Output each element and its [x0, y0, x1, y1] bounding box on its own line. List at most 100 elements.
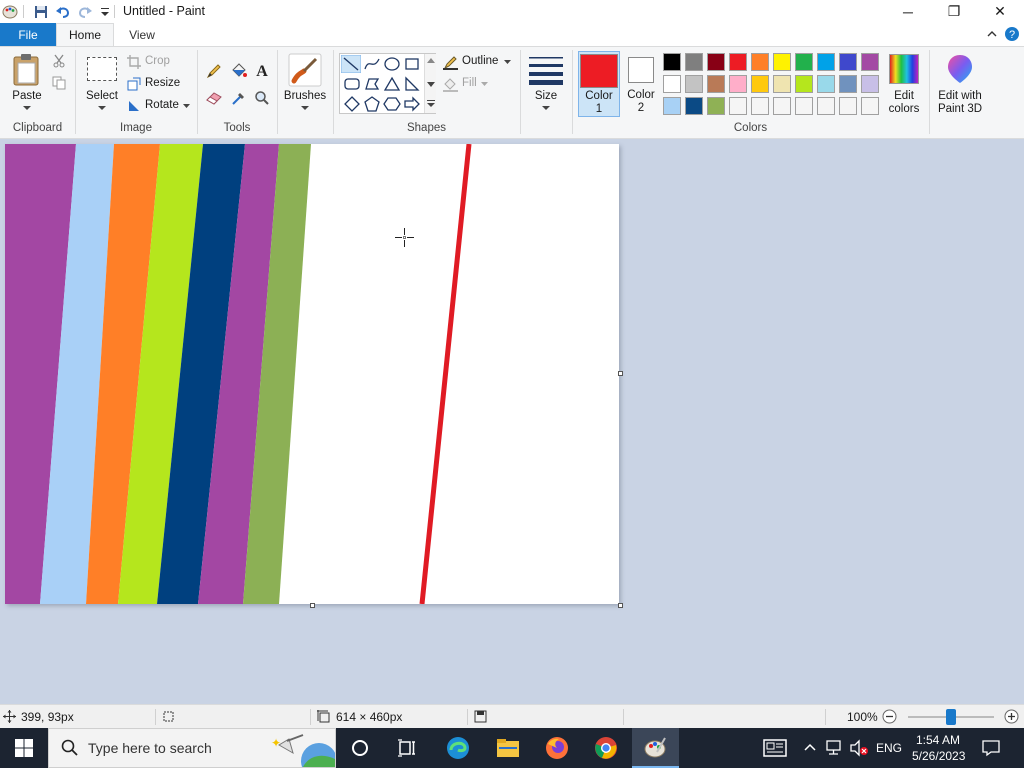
zoom-in-icon[interactable] [1004, 709, 1019, 724]
drawing-canvas[interactable] [5, 144, 619, 604]
palette-swatch[interactable] [663, 53, 681, 71]
palette-swatch[interactable] [861, 75, 879, 93]
palette-swatch[interactable] [773, 75, 791, 93]
notifications-icon[interactable] [982, 739, 1000, 757]
expand-gallery-icon[interactable] [427, 100, 435, 108]
select-button[interactable]: Select [82, 51, 122, 117]
edit-with-paint3d-button[interactable]: Edit with Paint 3D [932, 51, 988, 117]
zoom-slider-thumb[interactable] [946, 709, 956, 725]
palette-swatch[interactable] [817, 53, 835, 71]
palette-swatch[interactable] [663, 75, 681, 93]
palette-swatch[interactable] [839, 53, 857, 71]
customize-qa-dropdown-icon[interactable] [97, 4, 113, 20]
fill-bucket-icon[interactable] [230, 62, 247, 79]
edge-icon[interactable] [446, 736, 470, 760]
palette-swatch[interactable] [685, 97, 703, 115]
tab-home[interactable]: Home [56, 23, 114, 46]
tab-view[interactable]: View [114, 23, 170, 46]
palette-swatch[interactable] [663, 97, 681, 115]
pencil-icon[interactable] [206, 63, 222, 79]
palette-swatch[interactable] [795, 97, 813, 115]
palette-swatch[interactable] [817, 75, 835, 93]
resize-button[interactable]: Resize [127, 76, 191, 92]
palette-swatch[interactable] [685, 53, 703, 71]
scroll-up-icon[interactable] [427, 58, 435, 63]
palette-swatch[interactable] [861, 53, 879, 71]
network-icon[interactable] [825, 739, 843, 757]
rotate-button[interactable]: Rotate [127, 98, 193, 114]
windows-start-icon[interactable] [15, 739, 33, 757]
magnifier-icon[interactable] [254, 90, 270, 106]
fill-button[interactable]: Fill [443, 76, 515, 93]
palette-swatch[interactable] [729, 75, 747, 93]
palette-swatch[interactable] [795, 53, 813, 71]
resize-handle-right[interactable] [618, 371, 623, 376]
scroll-down-icon[interactable] [427, 82, 435, 87]
eraser-icon[interactable] [206, 90, 223, 105]
clock-date[interactable]: 5/26/2023 [912, 749, 965, 763]
pentagon-shape-icon[interactable] [363, 95, 381, 113]
palette-swatch[interactable] [751, 53, 769, 71]
right-triangle-shape-icon[interactable] [403, 75, 421, 93]
paint-app-icon[interactable] [2, 4, 18, 20]
polygon-shape-icon[interactable] [363, 75, 381, 93]
resize-handle-corner[interactable] [618, 603, 623, 608]
palette-swatch[interactable] [707, 97, 725, 115]
firefox-icon[interactable] [545, 736, 569, 760]
line-shape-icon[interactable] [341, 55, 361, 73]
palette-swatch[interactable] [751, 75, 769, 93]
palette-swatch[interactable] [795, 75, 813, 93]
diamond-shape-icon[interactable] [343, 95, 361, 113]
palette-swatch[interactable] [839, 75, 857, 93]
cut-icon[interactable] [52, 54, 66, 68]
restore-button[interactable]: ❐ [931, 0, 977, 23]
oval-shape-icon[interactable] [383, 55, 401, 73]
palette-swatch[interactable] [751, 97, 769, 115]
palette-swatch[interactable] [685, 75, 703, 93]
crop-button[interactable]: Crop [127, 54, 191, 70]
close-button[interactable]: ✕ [977, 0, 1023, 23]
undo-icon[interactable] [55, 4, 71, 20]
palette-swatch[interactable] [729, 53, 747, 71]
language-indicator[interactable]: ENG [876, 741, 902, 755]
collapse-ribbon-icon[interactable] [986, 28, 998, 40]
palette-swatch[interactable] [773, 53, 791, 71]
palette-swatch[interactable] [707, 75, 725, 93]
palette-swatch[interactable] [729, 97, 747, 115]
task-view-icon[interactable] [397, 738, 417, 758]
shapes-scrollbar[interactable] [424, 54, 436, 113]
palette-swatch[interactable] [817, 97, 835, 115]
clock-time[interactable]: 1:54 AM [916, 733, 960, 747]
minimize-button[interactable]: ─ [885, 0, 931, 23]
palette-swatch[interactable] [839, 97, 857, 115]
color-picker-icon[interactable] [231, 90, 247, 106]
cortana-icon[interactable] [350, 738, 370, 758]
help-icon[interactable]: ? [1004, 26, 1020, 42]
redo-icon[interactable] [77, 4, 93, 20]
color1-button[interactable]: Color 1 [578, 51, 620, 117]
news-widget-icon[interactable] [763, 739, 787, 757]
taskbar-search-box[interactable]: Type here to search ✦ [48, 728, 336, 768]
copy-icon[interactable] [52, 76, 66, 90]
hexagon-shape-icon[interactable] [383, 95, 401, 113]
outline-button[interactable]: Outline [443, 54, 515, 71]
zoom-out-icon[interactable] [882, 709, 897, 724]
right-arrow-shape-icon[interactable] [403, 95, 421, 113]
tab-file[interactable]: File [0, 23, 56, 46]
rounded-rectangle-shape-icon[interactable] [343, 75, 361, 93]
file-explorer-icon[interactable] [496, 736, 520, 760]
chrome-icon[interactable] [594, 736, 618, 760]
rectangle-shape-icon[interactable] [403, 55, 421, 73]
palette-swatch[interactable] [707, 53, 725, 71]
show-hidden-icons-icon[interactable] [804, 741, 816, 753]
taskbar-paint-active[interactable] [632, 728, 679, 768]
brushes-button[interactable]: Brushes [282, 51, 328, 117]
text-tool-icon[interactable]: A [254, 62, 270, 78]
resize-handle-bottom[interactable] [310, 603, 315, 608]
palette-swatch[interactable] [773, 97, 791, 115]
palette-swatch[interactable] [861, 97, 879, 115]
paste-button[interactable]: Paste [6, 51, 48, 117]
triangle-shape-icon[interactable] [383, 75, 401, 93]
volume-muted-icon[interactable] [849, 739, 869, 757]
size-button[interactable]: Size [525, 51, 567, 117]
